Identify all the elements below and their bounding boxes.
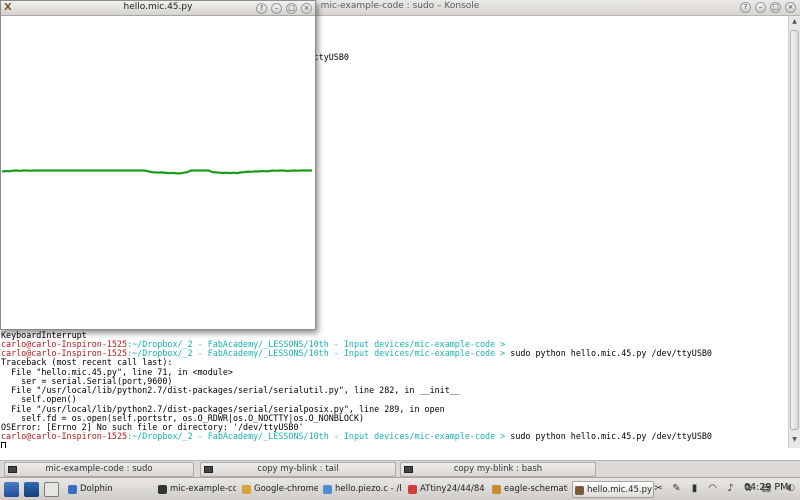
line-text: sudo python hello.mic.45.py /dev/ttyUSB0: [505, 348, 712, 358]
taskbar-task[interactable]: eagle-schemati: [490, 481, 568, 498]
task-label: ATtiny24/44/84 -: [420, 484, 486, 494]
plot-window-titlebar[interactable]: X hello.mic.45.py ? – □ ×: [1, 1, 315, 16]
plot-close-button[interactable]: ×: [301, 3, 312, 14]
kickoff-menu-icon[interactable]: [4, 482, 19, 497]
line-text: sudo python hello.mic.45.py /dev/ttyUSB0: [505, 431, 712, 442]
konsole-maximize-button[interactable]: □: [770, 2, 781, 13]
terminal-line: [1, 441, 788, 448]
plot-minimize-button[interactable]: –: [271, 3, 282, 14]
terminal-icon: [404, 466, 413, 473]
notes-icon[interactable]: ✎: [670, 482, 683, 496]
battery-icon[interactable]: ▮: [688, 482, 701, 496]
signal-plot-canvas: [1, 169, 312, 175]
tab-label: copy my-blink : bash: [453, 464, 543, 474]
terminal-icon: [8, 466, 17, 473]
tab-label: copy my-blink : tail: [257, 464, 339, 474]
taskbar-task[interactable]: mic-example-co: [156, 481, 236, 498]
scroll-up-icon[interactable]: ▲: [790, 18, 799, 28]
prompt-user: carlo@carlo-Inspiron-1525: [1, 431, 128, 442]
task-app-icon: [492, 485, 501, 494]
konsole-help-button[interactable]: ?: [740, 2, 751, 13]
terminal-launcher-icon[interactable]: [44, 482, 59, 497]
terminal-cursor: [1, 441, 6, 448]
task-label: hello.mic.45.py: [587, 485, 653, 495]
taskbar-task[interactable]: Dolphin: [66, 481, 150, 498]
taskbar-task[interactable]: hello.mic.45.py: [572, 481, 654, 498]
scroll-down-icon[interactable]: ▼: [790, 436, 799, 446]
plot-window: X hello.mic.45.py ? – □ ×: [0, 0, 316, 330]
volume-icon[interactable]: ♪: [724, 482, 737, 496]
task-label: hello.piezo.c - /ho: [335, 484, 401, 494]
clock[interactable]: 04:29 PM: [744, 482, 788, 493]
task-label: eagle-schemati: [504, 484, 568, 494]
terminal-scrollbar[interactable]: ▲ ▼: [788, 16, 800, 448]
scrollbar-thumb[interactable]: [790, 30, 799, 430]
taskbar-task[interactable]: Google-chrome-s: [240, 481, 318, 498]
terminal-icon: [204, 466, 213, 473]
task-app-icon: [242, 485, 251, 494]
desktop-icon[interactable]: [24, 482, 39, 497]
taskbar-task[interactable]: ATtiny24/44/84 -: [406, 481, 486, 498]
terminal-line: carlo@carlo-Inspiron-1525:~/Dropbox/_2 -…: [1, 432, 788, 441]
task-label: mic-example-co: [170, 484, 236, 494]
konsole-minimize-button[interactable]: –: [755, 2, 766, 13]
task-app-icon: [323, 485, 332, 494]
taskbar-task[interactable]: hello.piezo.c - /ho: [321, 481, 401, 498]
prompt-path: :~/Dropbox/_2 - FabAcademy/_LESSONS/10th…: [127, 431, 506, 442]
prompt-path: :~/Dropbox/_2 - FabAcademy/_LESSONS/10th…: [127, 348, 506, 358]
screenshot-icon[interactable]: ✂: [652, 482, 665, 496]
plot-help-button[interactable]: ?: [256, 3, 267, 14]
tab-copy-my-blink-tail[interactable]: copy my-blink : tail: [200, 462, 396, 477]
konsole-tabbar: mic-example-code : sudo copy my-blink : …: [0, 460, 800, 477]
task-app-icon: [575, 486, 584, 495]
tab-label: mic-example-code : sudo: [45, 464, 153, 474]
konsole-close-button[interactable]: ×: [785, 2, 796, 13]
plot-maximize-button[interactable]: □: [286, 3, 297, 14]
taskbar: Dolphin mic-example-co Google-chrome-s hell…: [0, 477, 800, 500]
task-label: Google-chrome-s: [254, 484, 318, 494]
tab-copy-my-blink-bash[interactable]: copy my-blink : bash: [400, 462, 596, 477]
task-app-icon: [408, 485, 417, 494]
task-app-icon: [158, 485, 167, 494]
panel-cashew-icon[interactable]: ◐: [787, 483, 798, 495]
wifi-icon[interactable]: ◠: [706, 482, 719, 496]
tab-mic-example-code[interactable]: mic-example-code : sudo: [4, 462, 194, 477]
task-label: Dolphin: [80, 484, 113, 494]
task-app-icon: [68, 485, 77, 494]
terminal-line: File "/usr/local/lib/python2.7/dist-pack…: [1, 385, 788, 395]
signal-line: [1, 169, 312, 175]
